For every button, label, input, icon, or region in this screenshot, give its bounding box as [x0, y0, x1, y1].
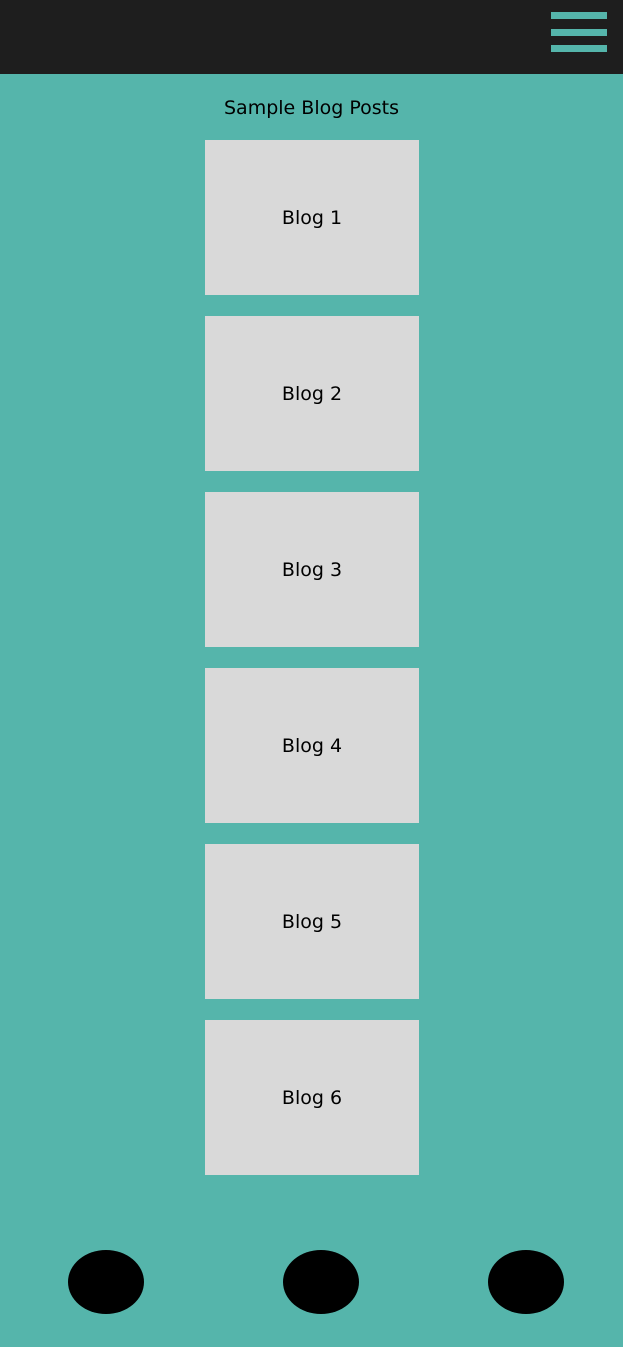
- menu-bar-line: [551, 12, 607, 19]
- blog-card-label: Blog 5: [281, 910, 343, 933]
- bottom-nav-button-3[interactable]: [488, 1250, 564, 1314]
- blog-card[interactable]: Blog 4: [205, 668, 419, 823]
- blog-card-label: Blog 1: [281, 206, 343, 229]
- blog-card[interactable]: Blog 6: [205, 1020, 419, 1175]
- blog-card[interactable]: Blog 1: [205, 140, 419, 295]
- menu-bar-line: [551, 29, 607, 36]
- hamburger-menu-icon[interactable]: [550, 11, 608, 54]
- blog-card-label: Blog 2: [281, 382, 343, 405]
- blog-card-label: Blog 3: [281, 558, 343, 581]
- bottom-nav-button-1[interactable]: [68, 1250, 144, 1314]
- blog-card-label: Blog 4: [281, 734, 343, 757]
- menu-bar-line: [551, 45, 607, 52]
- blog-card[interactable]: Blog 5: [205, 844, 419, 999]
- bottom-nav-button-2[interactable]: [283, 1250, 359, 1314]
- blog-card[interactable]: Blog 2: [205, 316, 419, 471]
- top-bar: [0, 0, 623, 74]
- blog-card[interactable]: Blog 3: [205, 492, 419, 647]
- page-title: Sample Blog Posts: [224, 97, 399, 119]
- blog-card-label: Blog 6: [281, 1086, 343, 1109]
